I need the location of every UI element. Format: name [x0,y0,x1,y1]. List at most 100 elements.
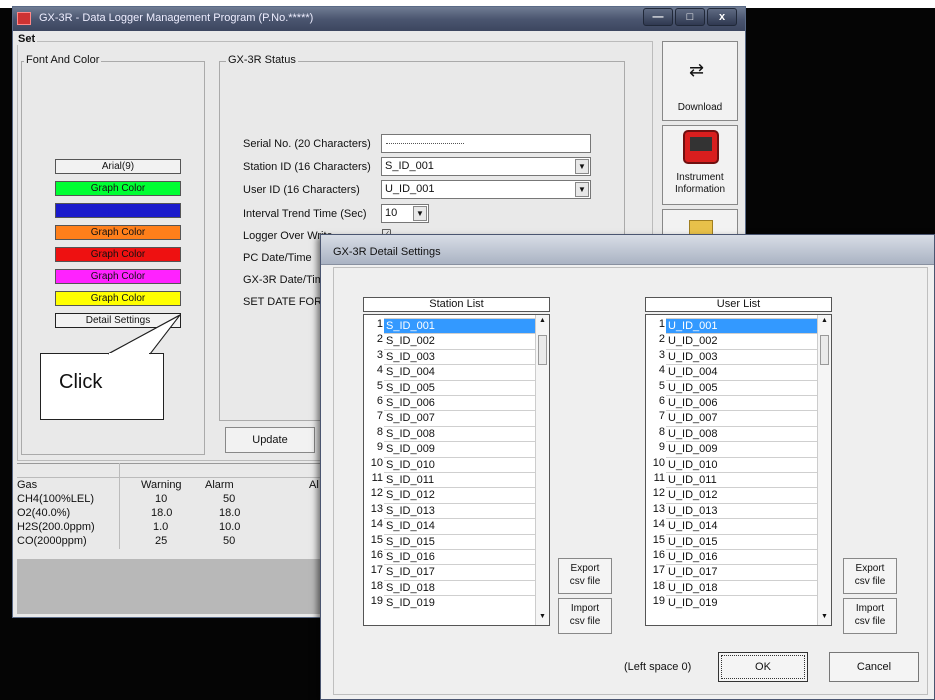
row-value: S_ID_009 [384,441,549,456]
scroll-thumb[interactable] [820,335,829,365]
row-number: 4 [376,364,383,377]
station-list-item[interactable]: 18 S_ID_018 [364,579,549,595]
user-list-item[interactable]: 2 U_ID_002 [646,333,831,348]
row-value: U_ID_018 [666,579,831,595]
row-number: 14 [652,518,665,531]
station-list-item[interactable]: 9 S_ID_009 [364,441,549,456]
row-number: 2 [658,333,665,346]
row-number: 4 [658,364,665,377]
row-number: 11 [371,472,383,484]
row-number: 8 [376,425,383,438]
row-value: S_ID_018 [384,579,549,595]
row-value: U_ID_011 [666,472,831,487]
user-list-item[interactable]: 9 U_ID_009 [646,441,831,456]
row-number: 17 [370,564,383,577]
dialog-body: Station List 1 S_ID_001 2 S_ID_002 3 S_ID_003… [333,267,928,695]
row-value: S_ID_008 [384,425,549,441]
station-list-item[interactable]: 5 S_ID_005 [364,379,549,395]
station-list-item[interactable]: 12 S_ID_012 [364,487,549,502]
user-list-item[interactable]: 1 U_ID_001 [646,318,831,333]
user-import-button[interactable]: Import csv file [843,598,897,634]
user-list-item[interactable]: 18 U_ID_018 [646,579,831,595]
station-list-item[interactable]: 11 S_ID_011 [364,472,549,487]
user-list-item[interactable]: 14 U_ID_014 [646,518,831,533]
scroll-down-icon[interactable]: ▼ [818,613,831,620]
user-list-item[interactable]: 17 U_ID_017 [646,564,831,579]
station-list-item[interactable]: 13 S_ID_013 [364,502,549,518]
row-value: U_ID_001 [666,318,831,333]
row-number: 18 [652,579,665,592]
station-list[interactable]: 1 S_ID_001 2 S_ID_002 3 S_ID_003 4 S_ID_004 5 S_I… [363,314,550,626]
user-list-item[interactable]: 16 U_ID_016 [646,549,831,564]
row-value: U_ID_007 [666,410,831,425]
station-list-scrollbar[interactable]: ▲ ▼ [535,315,549,625]
station-list-item[interactable]: 6 S_ID_006 [364,395,549,410]
station-list-header: Station List [363,297,550,312]
ok-button[interactable]: OK [718,652,808,682]
dialog-title-bar[interactable]: GX-3R Detail Settings [321,235,934,265]
station-list-item[interactable]: 19 S_ID_019 [364,595,549,610]
user-list-scrollbar[interactable]: ▲ ▼ [817,315,831,625]
station-list-item[interactable]: 1 S_ID_001 [364,318,549,333]
detail-settings-dialog: GX-3R Detail Settings Station List 1 S_ID… [320,234,935,700]
row-number: 9 [376,441,383,454]
station-export-button[interactable]: Export csv file [558,558,612,594]
station-list-item[interactable]: 2 S_ID_002 [364,333,549,348]
station-list-item[interactable]: 3 S_ID_003 [364,348,549,364]
row-value: S_ID_012 [384,487,549,502]
station-import-button[interactable]: Import csv file [558,598,612,634]
user-list-item[interactable]: 19 U_ID_019 [646,595,831,610]
cancel-button[interactable]: Cancel [829,652,919,682]
station-list-item[interactable]: 15 S_ID_015 [364,533,549,549]
scroll-thumb[interactable] [538,335,547,365]
row-number: 3 [376,348,383,361]
row-value: S_ID_003 [384,348,549,364]
user-list[interactable]: 1 U_ID_001 2 U_ID_002 3 U_ID_003 4 U_ID_004 5 U_I… [645,314,832,626]
station-list-item[interactable]: 7 S_ID_007 [364,410,549,425]
user-export-button[interactable]: Export csv file [843,558,897,594]
station-list-item[interactable]: 17 S_ID_017 [364,564,549,579]
user-list-item[interactable]: 12 U_ID_012 [646,487,831,502]
row-number: 13 [370,502,383,515]
user-list-item[interactable]: 4 U_ID_004 [646,364,831,379]
station-list-item[interactable]: 10 S_ID_010 [364,456,549,472]
row-number: 6 [658,395,665,407]
row-value: S_ID_015 [384,533,549,549]
row-value: U_ID_016 [666,549,831,564]
row-number: 12 [652,487,665,500]
row-number: 19 [370,595,383,608]
row-number: 16 [652,549,665,561]
dialog-title: GX-3R Detail Settings [333,246,441,258]
station-list-item[interactable]: 16 S_ID_016 [364,549,549,564]
scroll-down-icon[interactable]: ▼ [536,613,549,620]
user-list-item[interactable]: 6 U_ID_006 [646,395,831,410]
user-list-item[interactable]: 13 U_ID_013 [646,502,831,518]
row-value: S_ID_019 [384,595,549,610]
row-number: 1 [658,318,665,330]
row-number: 7 [376,410,383,423]
scroll-up-icon[interactable]: ▲ [536,317,549,324]
user-list-item[interactable]: 10 U_ID_010 [646,456,831,472]
user-list-item[interactable]: 11 U_ID_011 [646,472,831,487]
user-list-item[interactable]: 5 U_ID_005 [646,379,831,395]
row-number: 2 [376,333,383,346]
row-value: U_ID_005 [666,379,831,395]
row-number: 19 [652,595,665,608]
scroll-up-icon[interactable]: ▲ [818,317,831,324]
user-list-item[interactable]: 15 U_ID_015 [646,533,831,549]
row-value: S_ID_017 [384,564,549,579]
row-number: 17 [652,564,665,577]
row-value: S_ID_010 [384,456,549,472]
station-list-item[interactable]: 8 S_ID_008 [364,425,549,441]
station-list-item[interactable]: 14 S_ID_014 [364,518,549,533]
row-value: S_ID_014 [384,518,549,533]
row-number: 11 [653,472,665,484]
row-value: S_ID_006 [384,395,549,410]
row-number: 8 [658,425,665,438]
station-list-item[interactable]: 4 S_ID_004 [364,364,549,379]
user-list-item[interactable]: 8 U_ID_008 [646,425,831,441]
row-number: 15 [370,533,383,546]
row-value: U_ID_017 [666,564,831,579]
user-list-item[interactable]: 3 U_ID_003 [646,348,831,364]
user-list-item[interactable]: 7 U_ID_007 [646,410,831,425]
